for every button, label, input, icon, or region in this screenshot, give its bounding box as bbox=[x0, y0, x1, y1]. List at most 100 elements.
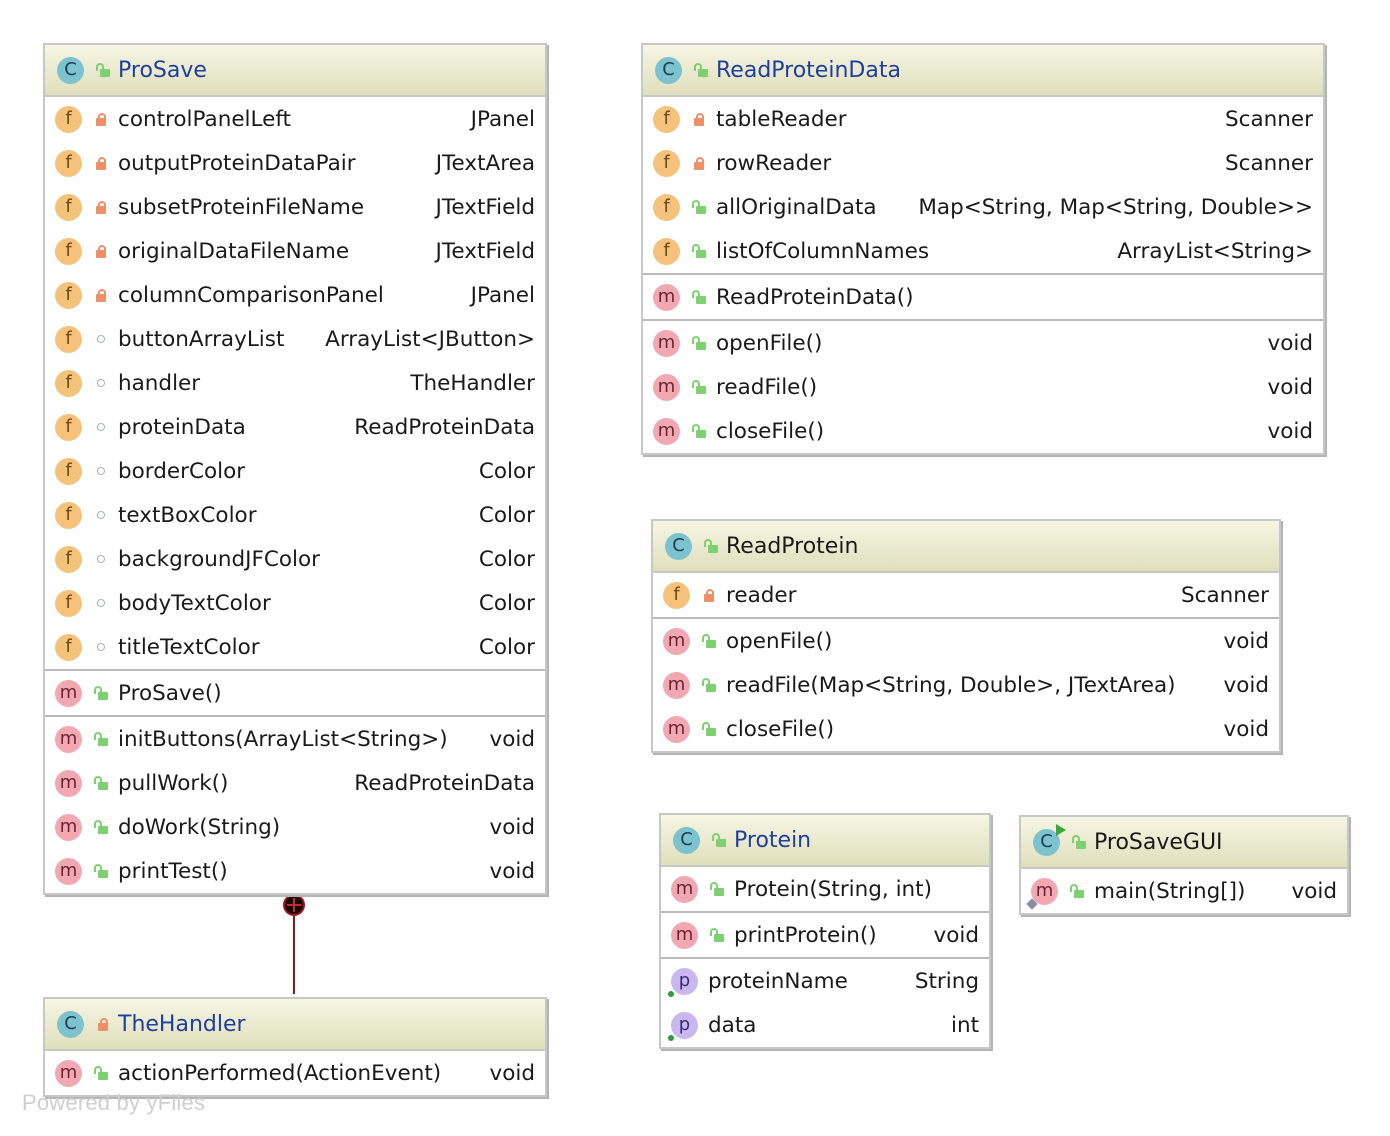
method-row[interactable]: m closeFile() void bbox=[653, 707, 1279, 751]
property-row[interactable]: p proteinName String bbox=[661, 959, 989, 1003]
private-icon bbox=[94, 200, 108, 214]
method-row[interactable]: m closeFile() void bbox=[643, 409, 1323, 453]
constructor-name: ProSave() bbox=[118, 680, 222, 706]
field-row[interactable]: f reader Scanner bbox=[653, 573, 1279, 617]
public-icon bbox=[94, 864, 108, 878]
class-title: ProSave bbox=[118, 57, 207, 83]
property-icon-letter: p bbox=[678, 970, 691, 991]
field-type: JTextArea bbox=[435, 150, 535, 176]
class-title: Protein bbox=[734, 827, 812, 853]
field-icon: f bbox=[663, 581, 690, 609]
method-return-type: void bbox=[1267, 374, 1314, 400]
field-type: JPanel bbox=[470, 106, 535, 132]
field-row[interactable]: f bodyTextColor Color bbox=[45, 581, 545, 625]
class-icon: C bbox=[57, 1010, 84, 1038]
class-header[interactable]: C ReadProteinData bbox=[643, 45, 1323, 97]
field-row[interactable]: f proteinData ReadProteinData bbox=[45, 405, 545, 449]
public-icon bbox=[692, 380, 706, 394]
methods-section: m main(String[]) void bbox=[1021, 869, 1347, 913]
private-icon bbox=[96, 1017, 110, 1031]
method-row[interactable]: m openFile() void bbox=[643, 321, 1323, 365]
method-return-type: void bbox=[1223, 628, 1270, 654]
method-icon: m bbox=[671, 921, 698, 949]
property-type: int bbox=[950, 1012, 979, 1038]
method-row[interactable]: m readFile() void bbox=[643, 365, 1323, 409]
method-row[interactable]: m doWork(String) void bbox=[45, 805, 545, 849]
field-name: listOfColumnNames bbox=[716, 238, 930, 264]
method-name: readFile() bbox=[716, 374, 818, 400]
field-type: TheHandler bbox=[410, 370, 535, 396]
field-icon: f bbox=[55, 105, 82, 133]
field-type: Scanner bbox=[1181, 582, 1269, 608]
method-icon: m bbox=[55, 857, 82, 885]
field-row[interactable]: f subsetProteinFileName JTextField bbox=[45, 185, 545, 229]
class-header[interactable]: C ProSaveGUI bbox=[1021, 817, 1347, 869]
field-row[interactable]: f borderColor Color bbox=[45, 449, 545, 493]
field-icon: f bbox=[55, 237, 82, 265]
field-row[interactable]: f controlPanelLeft JPanel bbox=[45, 97, 545, 141]
fields-section: f tableReader Scanner f rowReader Scanner f a… bbox=[643, 97, 1323, 275]
class-thehandler[interactable]: C TheHandler m actionPerformed(ActionEven… bbox=[43, 997, 547, 1097]
method-return-type: void bbox=[1223, 716, 1270, 742]
property-row[interactable]: p data int bbox=[661, 1003, 989, 1047]
method-row[interactable]: m readFile(Map<String, Double>, JTextArea… bbox=[653, 663, 1279, 707]
field-name: titleTextColor bbox=[118, 634, 260, 660]
field-row[interactable]: f rowReader Scanner bbox=[643, 141, 1323, 185]
class-header[interactable]: C ReadProtein bbox=[653, 521, 1279, 573]
field-row[interactable]: f titleTextColor Color bbox=[45, 625, 545, 669]
class-readproteindata[interactable]: C ReadProteinData f tableReader Scanner f r… bbox=[641, 43, 1325, 455]
method-icon-letter: m bbox=[1035, 880, 1054, 901]
field-row[interactable]: f allOriginalData Map<String, Map<String, … bbox=[643, 185, 1323, 229]
package-private-icon bbox=[94, 376, 108, 390]
class-header[interactable]: C ProSave bbox=[45, 45, 545, 97]
method-row[interactable]: m printProtein() void bbox=[661, 913, 989, 957]
method-name: openFile() bbox=[716, 330, 823, 356]
field-row[interactable]: f textBoxColor Color bbox=[45, 493, 545, 537]
constructor-row[interactable]: m Protein(String, int) bbox=[661, 867, 989, 911]
class-header[interactable]: C Protein bbox=[661, 815, 989, 867]
method-row[interactable]: m actionPerformed(ActionEvent) void bbox=[45, 1051, 545, 1095]
public-icon bbox=[692, 336, 706, 350]
package-private-icon bbox=[94, 420, 108, 434]
method-row[interactable]: m initButtons(ArrayList<String>) void bbox=[45, 717, 545, 761]
method-row[interactable]: m openFile() void bbox=[653, 619, 1279, 663]
private-icon bbox=[702, 588, 716, 602]
field-row[interactable]: f originalDataFileName JTextField bbox=[45, 229, 545, 273]
field-row[interactable]: f columnComparisonPanel JPanel bbox=[45, 273, 545, 317]
class-protein[interactable]: C Protein m Protein(String, int) m printPr… bbox=[659, 813, 991, 1049]
field-icon: f bbox=[55, 501, 82, 529]
method-return-type: void bbox=[1291, 878, 1338, 904]
constructor-row[interactable]: m ReadProteinData() bbox=[643, 275, 1323, 319]
field-type: ArrayList<JButton> bbox=[325, 326, 535, 352]
watermark-text: Powered by yFiles bbox=[22, 1090, 206, 1115]
field-row[interactable]: f buttonArrayList ArrayList<JButton> bbox=[45, 317, 545, 361]
fields-section: f reader Scanner bbox=[653, 573, 1279, 619]
class-title: ReadProtein bbox=[726, 533, 859, 559]
method-icon: m bbox=[671, 875, 698, 903]
field-icon: f bbox=[653, 149, 680, 177]
private-icon bbox=[692, 112, 706, 126]
constructor-row[interactable]: m ProSave() bbox=[45, 671, 545, 715]
field-row[interactable]: f handler TheHandler bbox=[45, 361, 545, 405]
method-icon: m bbox=[663, 715, 690, 743]
class-readprotein[interactable]: C ReadProtein f reader Scanner m openFile()… bbox=[651, 519, 1281, 753]
fields-section: f controlPanelLeft JPanel f outputProteinDa… bbox=[45, 97, 545, 671]
field-name: textBoxColor bbox=[118, 502, 257, 528]
field-row[interactable]: f backgroundJFColor Color bbox=[45, 537, 545, 581]
method-icon: m bbox=[55, 813, 82, 841]
static-method-icon: m bbox=[1026, 877, 1058, 910]
field-name: columnComparisonPanel bbox=[118, 282, 384, 308]
field-row[interactable]: f outputProteinDataPair JTextArea bbox=[45, 141, 545, 185]
method-row[interactable]: m main(String[]) void bbox=[1021, 869, 1347, 913]
public-icon bbox=[94, 820, 108, 834]
field-row[interactable]: f tableReader Scanner bbox=[643, 97, 1323, 141]
field-icon: f bbox=[55, 589, 82, 617]
field-row[interactable]: f listOfColumnNames ArrayList<String> bbox=[643, 229, 1323, 273]
class-header[interactable]: C TheHandler bbox=[45, 999, 545, 1051]
class-prosavegui[interactable]: C ProSaveGUI m main(String[]) void bbox=[1019, 815, 1349, 915]
class-prosave[interactable]: C ProSave f controlPanelLeft JPanel f outpu… bbox=[43, 43, 547, 895]
runnable-class-icon: C bbox=[1033, 823, 1066, 856]
class-title: ProSaveGUI bbox=[1094, 829, 1223, 855]
method-row[interactable]: m pullWork() ReadProteinData bbox=[45, 761, 545, 805]
method-row[interactable]: m printTest() void bbox=[45, 849, 545, 893]
